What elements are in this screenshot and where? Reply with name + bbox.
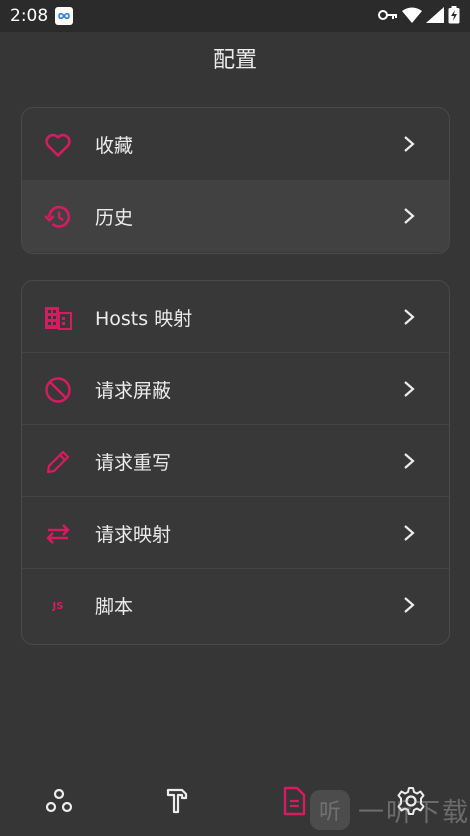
chevron-right-icon — [404, 381, 415, 397]
favorites-history-card: 收藏 历史 — [21, 107, 450, 254]
watermark-logo: 听 — [310, 790, 350, 830]
signal-icon — [426, 7, 444, 23]
rules-card: Hosts 映射 请求屏蔽 请求重写 请求映射 JS 脚本 — [21, 280, 450, 645]
list-item-request-mapping[interactable]: 请求映射 — [22, 497, 449, 569]
chevron-right-icon — [404, 597, 415, 613]
list-item-script[interactable]: JS 脚本 — [22, 569, 449, 641]
heart-icon — [43, 130, 73, 160]
list-item-label: 脚本 — [95, 595, 134, 618]
hammer-icon[interactable] — [162, 786, 192, 816]
list-item-history[interactable]: 历史 — [22, 180, 449, 252]
app-notification-icon — [55, 7, 73, 25]
pencil-icon — [43, 447, 73, 477]
list-item-label: 请求映射 — [95, 523, 172, 546]
list-item-hosts-mapping[interactable]: Hosts 映射 — [22, 281, 449, 353]
list-item-label: Hosts 映射 — [95, 307, 193, 330]
page-title: 配置 — [212, 48, 257, 73]
battery-charging-icon — [448, 6, 460, 24]
watermark-text: 一听下载 — [358, 797, 470, 828]
building-icon — [43, 303, 73, 333]
list-item-request-block[interactable]: 请求屏蔽 — [22, 353, 449, 425]
status-time: 2:08 — [10, 6, 49, 26]
status-bar: 2:08 — [0, 0, 470, 32]
watermark: 听 一听下载 — [310, 790, 470, 830]
list-item-label: 历史 — [95, 206, 134, 229]
key-icon — [378, 10, 397, 20]
list-item-label: 请求屏蔽 — [95, 379, 172, 402]
js-icon-text: JS — [52, 600, 64, 612]
chevron-right-icon — [404, 208, 415, 224]
chevron-right-icon — [404, 453, 415, 469]
document-icon[interactable] — [279, 786, 309, 816]
swap-arrows-icon — [43, 519, 73, 549]
list-item-label: 收藏 — [95, 134, 134, 157]
chevron-right-icon — [404, 136, 415, 152]
list-item-label: 请求重写 — [95, 451, 172, 474]
block-icon — [43, 375, 73, 405]
list-item-favorites[interactable]: 收藏 — [22, 108, 449, 180]
history-icon — [43, 202, 73, 232]
status-icons — [378, 6, 460, 24]
js-icon: JS — [43, 591, 73, 621]
chevron-right-icon — [404, 525, 415, 541]
list-item-request-rewrite[interactable]: 请求重写 — [22, 425, 449, 497]
nodes-icon[interactable] — [44, 786, 74, 816]
wifi-icon — [402, 7, 422, 23]
chevron-right-icon — [404, 309, 415, 325]
